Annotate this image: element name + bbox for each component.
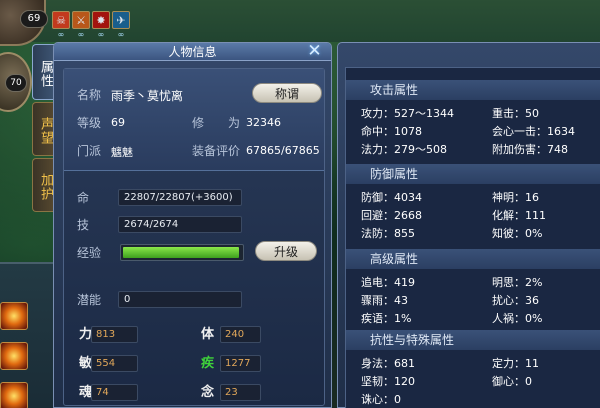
defense-row-1-left: 防御：4034 — [361, 191, 422, 204]
attack-row-1-left: 攻力：527～1344 — [361, 107, 454, 120]
quickslot-item-1[interactable] — [0, 302, 28, 330]
attributes-body: 攻击属性 攻力：527～1344 重击：50 命中：1078 会心一击：1634… — [345, 67, 600, 408]
buff-duration-label: ∞ — [57, 30, 65, 39]
buff-duration-label: ∞ — [117, 30, 125, 39]
tab-attributes[interactable]: 属性 — [32, 44, 54, 100]
buff-duration-label: ∞ — [77, 30, 85, 39]
quickslot-item-2[interactable] — [0, 342, 28, 370]
hp-value: 22807/22807(+3600) — [118, 189, 242, 206]
exp-bar-fill — [123, 247, 239, 258]
blood-buff-icon[interactable]: ✸ — [92, 11, 110, 29]
sect-label: 门派 — [77, 144, 102, 158]
wind-buff-icon[interactable]: ✈ — [112, 11, 130, 29]
skill-value: 2674/2674 — [118, 216, 242, 233]
advanced-row-2-right: 扰心：36 — [492, 294, 539, 307]
resist-row-3-left: 诛心：0 — [361, 393, 401, 406]
cultivation-label: 修 — [192, 116, 205, 130]
panel-body: 名称 雨季丶莫忧离 称谓 等级 69 修 为 32346 门派 魑魅 装备评价 … — [63, 68, 325, 406]
stat-strength-value: 813 — [91, 326, 138, 343]
resist-row-2-left: 坚韧：120 — [361, 375, 415, 388]
resist-row-1-right: 定力：11 — [492, 357, 539, 370]
defense-row-2-right: 化解：111 — [492, 209, 546, 222]
stat-constitution-value: 240 — [220, 326, 261, 343]
cultivation-value: 32346 — [246, 116, 281, 129]
advanced-row-1-right: 明思：2% — [492, 276, 543, 289]
tab-blessing[interactable]: 加护 — [32, 158, 54, 212]
stat-mind-value: 23 — [220, 384, 261, 401]
title-button[interactable]: 称谓 — [252, 83, 322, 103]
buff-duration-label: ∞ — [97, 30, 105, 39]
basic-info-box: 名称 雨季丶莫忧离 称谓 等级 69 修 为 32346 门派 魑魅 装备评价 … — [64, 69, 324, 171]
advanced-row-3-right: 人祸：0% — [492, 312, 543, 325]
character-info-panel: 人物信息 ✕ 名称 雨季丶莫忧离 称谓 等级 69 修 为 32346 门派 魑… — [53, 42, 332, 408]
advanced-row-2-left: 骤雨：43 — [361, 294, 408, 307]
potential-value: 0 — [118, 291, 242, 308]
tab-reputation[interactable]: 声望 — [32, 102, 54, 156]
quick-slot-panel — [0, 262, 58, 408]
upgrade-button[interactable]: 升级 — [255, 241, 317, 261]
defense-row-3-right: 知彼：0% — [492, 227, 543, 240]
potential-label: 潜能 — [77, 293, 102, 307]
resist-section-header: 抗性与特殊属性 — [346, 330, 600, 350]
advanced-row-3-left: 疾语：1% — [361, 312, 412, 325]
close-icon[interactable]: ✕ — [306, 43, 323, 60]
stat-speed-value: 1277 — [220, 355, 261, 372]
panel-title: 人物信息 — [54, 43, 331, 61]
resist-row-1-left: 身法：681 — [361, 357, 415, 370]
skull-buff-icon[interactable]: ☠ — [52, 11, 70, 29]
exp-bar — [120, 244, 244, 261]
advanced-section-header: 高级属性 — [346, 249, 600, 269]
name-label: 名称 — [77, 88, 102, 102]
gear-score-value: 67865/67865 — [246, 144, 320, 157]
exp-label: 经验 — [77, 246, 102, 260]
stat-agility-value: 554 — [91, 355, 138, 372]
advanced-row-1-left: 追电：419 — [361, 276, 415, 289]
attributes-detail-panel: 攻击属性 攻力：527～1344 重击：50 命中：1078 会心一击：1634… — [337, 42, 600, 408]
stat-soul-value: 74 — [91, 384, 138, 401]
sword-buff-icon[interactable]: ⚔ — [72, 11, 90, 29]
defense-row-2-left: 回避：2668 — [361, 209, 422, 222]
level-value: 69 — [111, 116, 125, 129]
cultivation-label-2: 为 — [228, 116, 241, 130]
stat-constitution-label: 体 — [201, 327, 215, 342]
attack-row-2-left: 命中：1078 — [361, 125, 422, 138]
attack-row-3-right: 附加伤害：748 — [492, 143, 568, 156]
defense-row-1-right: 神明：16 — [492, 191, 539, 204]
level-label: 等级 — [77, 116, 102, 130]
buff-bar: ☠ ⚔ ✸ ✈ — [52, 11, 130, 29]
resist-row-2-right: 御心：0 — [492, 375, 532, 388]
defense-row-3-left: 法防：855 — [361, 227, 415, 240]
buff-durations: ∞ ∞ ∞ ∞ — [52, 30, 130, 39]
gear-score-label: 装备评价 — [192, 144, 241, 158]
stat-speed-label: 疾 — [201, 356, 215, 371]
quickslot-item-3[interactable] — [0, 382, 28, 408]
skill-label: 技 — [77, 218, 90, 232]
player-level-badge: 69 — [20, 10, 48, 28]
character-name: 雨季丶莫忧离 — [111, 89, 184, 103]
sect-value: 魑魅 — [111, 146, 133, 159]
defense-section-header: 防御属性 — [346, 164, 600, 184]
hp-label: 命 — [77, 191, 90, 205]
pet-level-badge: 70 — [5, 74, 27, 92]
stat-mind-label: 念 — [201, 385, 215, 400]
attack-row-1-right: 重击：50 — [492, 107, 539, 120]
attack-section-header: 攻击属性 — [346, 80, 600, 100]
attack-row-2-right: 会心一击：1634 — [492, 125, 575, 138]
attack-row-3-left: 法力：279～508 — [361, 143, 447, 156]
